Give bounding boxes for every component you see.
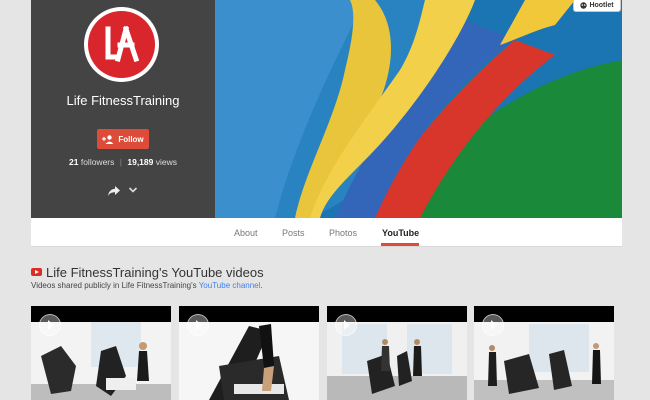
- share-icon[interactable]: [107, 184, 121, 198]
- followers-label: followers: [80, 157, 115, 167]
- tab-bar: [31, 218, 622, 247]
- tab-photos[interactable]: Photos: [329, 228, 357, 238]
- section-subtitle: Videos shared publicly in Life FitnessTr…: [31, 281, 263, 290]
- play-icon: [482, 314, 504, 336]
- views-label: views: [155, 157, 177, 167]
- play-icon: [187, 314, 209, 336]
- video-thumbnail[interactable]: [327, 306, 467, 400]
- play-icon: [335, 314, 357, 336]
- follow-button[interactable]: Follow: [97, 129, 149, 149]
- video-thumbnail[interactable]: [474, 306, 614, 400]
- youtube-channel-link[interactable]: YouTube channel: [199, 281, 261, 290]
- cover-photo: [215, 0, 622, 218]
- video-thumbnail[interactable]: [179, 306, 319, 400]
- views-count: 19,189: [127, 157, 154, 167]
- hootlet-label: Hootlet: [589, 2, 614, 9]
- profile-name: Life FitnessTraining: [66, 93, 180, 108]
- play-icon: [39, 314, 61, 336]
- stats-divider: |: [119, 157, 122, 167]
- video-thumbnail[interactable]: [31, 306, 171, 400]
- hootlet-button[interactable]: Hootlet: [573, 0, 621, 12]
- section-title: Life FitnessTraining's YouTube videos: [46, 265, 264, 280]
- youtube-icon: [31, 268, 42, 276]
- section-subtitle-text: Videos shared publicly in Life FitnessTr…: [31, 281, 199, 290]
- active-tab-indicator: [381, 243, 419, 246]
- chevron-down-icon[interactable]: [128, 185, 138, 195]
- owl-icon: [580, 2, 588, 9]
- follow-button-label: Follow: [118, 134, 144, 144]
- section-subtitle-end: .: [260, 281, 263, 290]
- profile-stats: 21 followers | 19,189 views: [31, 157, 215, 167]
- tab-youtube[interactable]: YouTube: [382, 228, 419, 238]
- tab-posts[interactable]: Posts: [282, 228, 305, 238]
- add-person-icon: [102, 134, 114, 144]
- brand-logo-icon[interactable]: [84, 7, 159, 82]
- followers-count: 21: [69, 157, 79, 167]
- tab-about[interactable]: About: [234, 228, 258, 238]
